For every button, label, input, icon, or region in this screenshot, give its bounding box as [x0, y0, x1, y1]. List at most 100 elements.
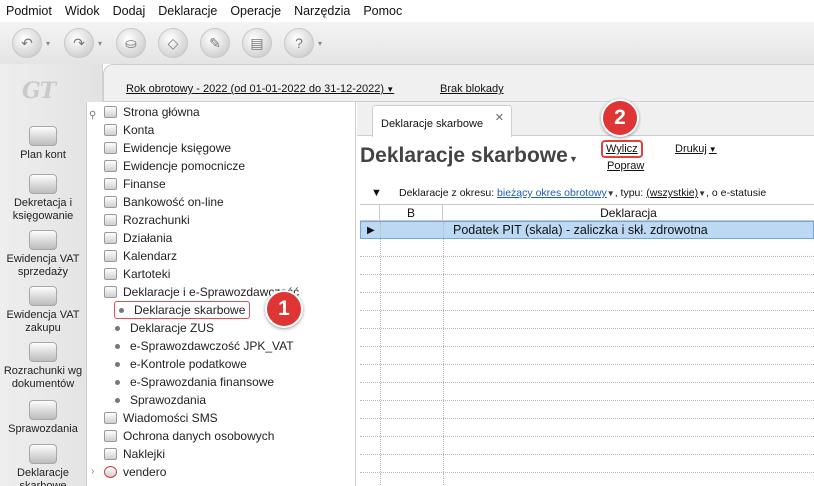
- table-row: [360, 365, 814, 383]
- eraser-icon[interactable]: ◇: [158, 28, 189, 58]
- grid-header-indicator: [360, 205, 380, 221]
- menu-pomoc[interactable]: Pomoc: [363, 4, 402, 18]
- left-item-dekretacja[interactable]: Dekretacja i księgowanie: [0, 174, 86, 223]
- stamp-icon[interactable]: ⛀: [116, 28, 147, 58]
- lock-status-link[interactable]: Brak blokady: [440, 83, 504, 95]
- tools-icon[interactable]: ✎: [200, 28, 231, 58]
- tree-item-ochrona-danych[interactable]: Ochrona danych osobowych: [104, 427, 274, 445]
- data-protection-icon: [104, 430, 117, 442]
- table-row[interactable]: ▶ Podatek PIT (skala) - zaliczka i skł. …: [360, 221, 814, 239]
- bookkeeping-icon: [29, 174, 57, 194]
- tree-subitem-e-kontrole[interactable]: e-Kontrole podatkowe: [115, 355, 247, 373]
- finance-icon: [104, 178, 117, 190]
- tree-item-ewidencje-ksiegowe[interactable]: Ewidencje księgowe: [104, 139, 231, 157]
- menu-deklaracje[interactable]: Deklaracje: [158, 4, 217, 18]
- left-item-sprawozdania[interactable]: Sprawozdania: [0, 400, 86, 436]
- tree-item-bankowosc[interactable]: Bankowość on-line: [104, 193, 224, 211]
- tree-subitem-e-sprawozdania[interactable]: e-Sprawozdania finansowe: [115, 373, 274, 391]
- left-item-vat-sprzedazy[interactable]: Ewidencja VAT sprzedaży: [0, 230, 86, 279]
- menu-dodaj[interactable]: Dodaj: [113, 4, 146, 18]
- left-item-vat-zakupu[interactable]: Ewidencja VAT zakupu: [0, 286, 86, 335]
- bullet-icon: [115, 379, 120, 385]
- left-item-label: Deklaracje skarbowe: [17, 467, 69, 486]
- tree-item-ewidencje-pomocnicze[interactable]: Ewidencje pomocnicze: [104, 157, 245, 175]
- tree-subitem-jpk-vat[interactable]: e-Sprawozdawczość JPK_VAT: [115, 337, 294, 355]
- left-item-plan-kont[interactable]: Plan kont: [0, 126, 86, 162]
- grid-header-b[interactable]: B: [380, 205, 443, 221]
- tab-label: Deklaracje skarbowe: [381, 118, 484, 130]
- toolbar: ↶ ▾ ↷ ▾ ⛀ ◇ ✎ ▤ ? ▾: [0, 22, 814, 64]
- menu-narzedzia[interactable]: Narzędzia: [294, 4, 350, 18]
- filter-bar: ▼ Deklaracje z okresu: bieżący okres obr…: [371, 187, 767, 199]
- table-row: [360, 419, 814, 437]
- grid-header-deklaracja[interactable]: Deklaracja: [443, 205, 814, 221]
- ledger-icon: [104, 142, 117, 154]
- tree-subitem-deklaracje-zus[interactable]: Deklaracje ZUS: [115, 319, 214, 337]
- chevron-down-icon[interactable]: ▼: [569, 154, 578, 164]
- bank-icon: [104, 196, 117, 208]
- forward-icon[interactable]: ↷: [64, 28, 95, 58]
- close-icon[interactable]: ✕: [495, 111, 504, 124]
- tree-item-konta[interactable]: Konta: [104, 121, 154, 139]
- tab-deklaracje-skarbowe[interactable]: Deklaracje skarbowe ✕: [372, 105, 512, 137]
- sms-icon: [104, 412, 117, 424]
- table-row: [360, 239, 814, 257]
- tree-item-rozrachunki[interactable]: Rozrachunki: [104, 211, 190, 229]
- table-row: [360, 311, 814, 329]
- table-row: [360, 383, 814, 401]
- table-row: [360, 275, 814, 293]
- back-icon[interactable]: ↶: [12, 28, 42, 58]
- tree-item-sms[interactable]: Wiadomości SMS: [104, 409, 218, 427]
- table-row: [360, 437, 814, 455]
- print-button[interactable]: Drukuj ▼: [675, 143, 717, 155]
- tree-item-kalendarz[interactable]: Kalendarz: [104, 247, 177, 265]
- period-filter[interactable]: bieżący okres obrotowy: [497, 187, 607, 199]
- tree-item-dzialania[interactable]: Działania: [104, 229, 172, 247]
- app-logo: GT: [22, 78, 56, 104]
- help-icon[interactable]: ?: [284, 28, 315, 58]
- left-item-rozrachunki[interactable]: Rozrachunki wg dokumentów: [0, 342, 86, 391]
- forward-dropdown-icon[interactable]: ▾: [98, 39, 102, 48]
- stickers-icon: [104, 448, 117, 460]
- table-row: [360, 329, 814, 347]
- tree-item-naklejki[interactable]: Naklejki: [104, 445, 165, 463]
- menu-podmiot[interactable]: Podmiot: [6, 4, 52, 18]
- tree-item-finanse[interactable]: Finanse: [104, 175, 166, 193]
- tree-item-kartoteki[interactable]: Kartoteki: [104, 265, 170, 283]
- menu-widok[interactable]: Widok: [65, 4, 100, 18]
- back-dropdown-icon[interactable]: ▾: [46, 39, 50, 48]
- left-item-label: Plan kont: [20, 149, 66, 161]
- left-item-label: Sprawozdania: [8, 423, 78, 435]
- pin-icon[interactable]: ⚲: [89, 110, 96, 121]
- printer-icon[interactable]: ▤: [242, 28, 273, 58]
- settlements-icon: [29, 342, 57, 362]
- type-filter[interactable]: (wszystkie): [646, 187, 698, 199]
- left-item-label: Dekretacja i księgowanie: [12, 197, 74, 222]
- declaration-name: Podatek PIT (skala) - zaliczka i skł. zd…: [453, 223, 708, 237]
- type-label: , typu:: [614, 187, 644, 199]
- tree-item-strona-glowna[interactable]: Strona główna: [104, 103, 200, 121]
- row-pointer-icon: ▶: [367, 225, 375, 236]
- callout-badge-2: 2: [601, 99, 639, 137]
- settlements-icon: [104, 214, 117, 226]
- bullet-icon: [115, 397, 120, 403]
- fiscal-year-selector[interactable]: Rok obrotowy - 2022 (od 01-01-2022 do 31…: [126, 83, 394, 95]
- left-item-deklaracje[interactable]: Deklaracje skarbowe: [0, 444, 86, 486]
- left-item-label: Ewidencja VAT sprzedaży: [6, 253, 80, 278]
- help-dropdown-icon[interactable]: ▾: [318, 39, 322, 48]
- declarations-icon: [104, 286, 117, 298]
- tree-subitem-deklaracje-skarbowe[interactable]: Deklaracje skarbowe: [114, 301, 251, 319]
- page-title: Deklaracje skarbowe: [360, 144, 568, 167]
- correct-button[interactable]: Popraw: [607, 160, 644, 172]
- chevron-right-icon[interactable]: ›: [91, 466, 94, 477]
- calculate-button[interactable]: Wylicz: [601, 140, 643, 158]
- tree-item-vendero[interactable]: vendero: [104, 463, 166, 481]
- tree-subitem-sprawozdania[interactable]: Sprawozdania: [115, 391, 206, 409]
- table-row: [360, 347, 814, 365]
- tax-declarations-icon: [29, 444, 57, 464]
- cards-icon: [104, 268, 117, 280]
- bullet-icon: [115, 343, 120, 349]
- menu-operacje[interactable]: Operacje: [230, 4, 281, 18]
- navigation-tree: ⚲ Strona główna Konta Ewidencje księgowe…: [86, 102, 356, 486]
- expand-filter-icon[interactable]: ▼: [371, 187, 382, 199]
